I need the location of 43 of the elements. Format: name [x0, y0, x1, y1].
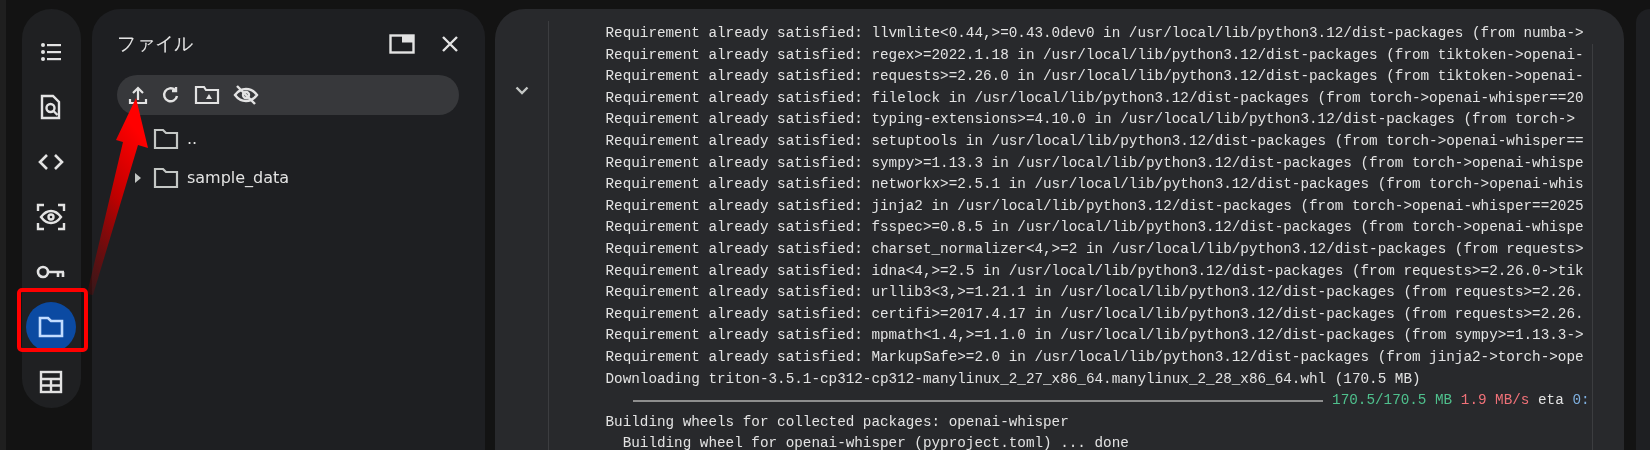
output-line: Requirement already satisfied: llvmlite<0.44,>=0.43.0dev0 in /usr/local/lib/python3.12/dist-packages (from numba->	[605, 24, 1585, 43]
folder-name[interactable]: sample_data	[186, 168, 290, 187]
eta-value: 0:	[1572, 391, 1590, 411]
download-speed: 1.9 MB/s	[1460, 391, 1530, 411]
output-line: Requirement already satisfied: MarkupSafe>=2.0 in /usr/local/lib/python3.12/dist-packages (from jinja2->torch->ope	[605, 347, 1585, 367]
eye-off-icon[interactable]	[232, 84, 259, 106]
expand-caret-icon[interactable]	[133, 171, 142, 184]
refresh-icon[interactable]	[160, 85, 181, 105]
output-line: Requirement already satisfied: mpmath<1.4,>=1.1.0 in /usr/local/lib/python3.12/dist-packages (from sympy>=1.13.3->	[605, 326, 1585, 346]
output-line: Requirement already satisfied: regex>=2022.1.18 in /usr/local/lib/python3.12/dist-packages (from tiktoken->openai-	[605, 45, 1585, 65]
output-line: Requirement already satisfied: urllib3<3,>=1.21.1 in /usr/local/lib/python3.12/dist-packages (from requests>=2.26.	[605, 283, 1585, 303]
table-icon	[39, 370, 64, 394]
drive-folder-icon[interactable]	[193, 85, 220, 105]
list-icon	[39, 40, 64, 64]
output-line: Requirement already satisfied: jinja2 in /usr/local/lib/python3.12/dist-packages (from torch->openai-whisper==2025	[605, 196, 1585, 216]
annotation-highlight	[17, 288, 88, 352]
output-line: Requirement already satisfied: requests>=2.26.0 in /usr/local/lib/python3.12/dist-packages (from tiktoken->openai-	[605, 67, 1585, 87]
upload-icon[interactable]	[127, 85, 148, 105]
key-icon	[36, 263, 67, 281]
output-line: Requirement already satisfied: fsspec>=0.8.5 in /usr/local/lib/python3.12/dist-packages (from torch->openai-whispe	[605, 218, 1585, 238]
open-in-window-icon[interactable]	[389, 34, 416, 54]
output-line: Requirement already satisfied: charset_normalizer<4,>=2 in /usr/local/lib/python3.12/dist-packages (from requests>	[605, 239, 1585, 259]
output-line: Requirement already satisfied: setuptools in /usr/local/lib/python3.12/dist-packages (from torch->openai-whisper==	[605, 131, 1585, 151]
chevron-down-icon[interactable]	[515, 86, 529, 95]
close-icon[interactable]	[441, 35, 460, 53]
output-line: Building wheel for openai-whisper (pyproject.toml) ... done	[621, 434, 1130, 450]
output-line: Requirement already satisfied: sympy>=1.13.3 in /usr/local/lib/python3.12/dist-packages (from torch->openai-whispe	[605, 153, 1585, 173]
eye-frame-icon	[36, 203, 67, 231]
output-line: Requirement already satisfied: typing-extensions>=4.10.0 in /usr/local/lib/python3.12/dist-packages (from torch->	[605, 110, 1576, 130]
output-line: Downloading triton-3.5.1-cp312-cp312-manylinux_2_27_x86_64.manylinux_2_28_x86_64.whl (170.5 MB)	[605, 369, 1422, 389]
output-line: Requirement already satisfied: filelock in /usr/local/lib/python3.12/dist-packages (from torch->openai-whisper==20	[605, 88, 1585, 108]
output-line: Requirement already satisfied: idna<4,>=2.5 in /usr/local/lib/python3.12/dist-packages (from requests>=2.26.0->tik	[605, 261, 1585, 281]
output-line: Requirement already satisfied: networkx>=2.5.1 in /usr/local/lib/python3.12/dist-packages (from torch->openai-whis	[605, 175, 1585, 195]
folder-name[interactable]: ..	[186, 129, 198, 148]
output-line: Building wheels for collected packages: openai-whisper	[605, 412, 1070, 432]
panel-title: ファイル	[116, 31, 194, 56]
output-line: Requirement already satisfied: certifi>=2017.4.17 in /usr/local/lib/python3.12/dist-packages (from requests>=2.26.	[605, 304, 1585, 324]
folder-icon	[152, 166, 179, 189]
folder-icon	[38, 316, 65, 338]
folder-icon	[152, 127, 179, 150]
code-icon	[38, 153, 65, 171]
eta-label: eta	[1538, 391, 1564, 411]
download-size: 170.5/170.5 MB	[1332, 391, 1453, 411]
